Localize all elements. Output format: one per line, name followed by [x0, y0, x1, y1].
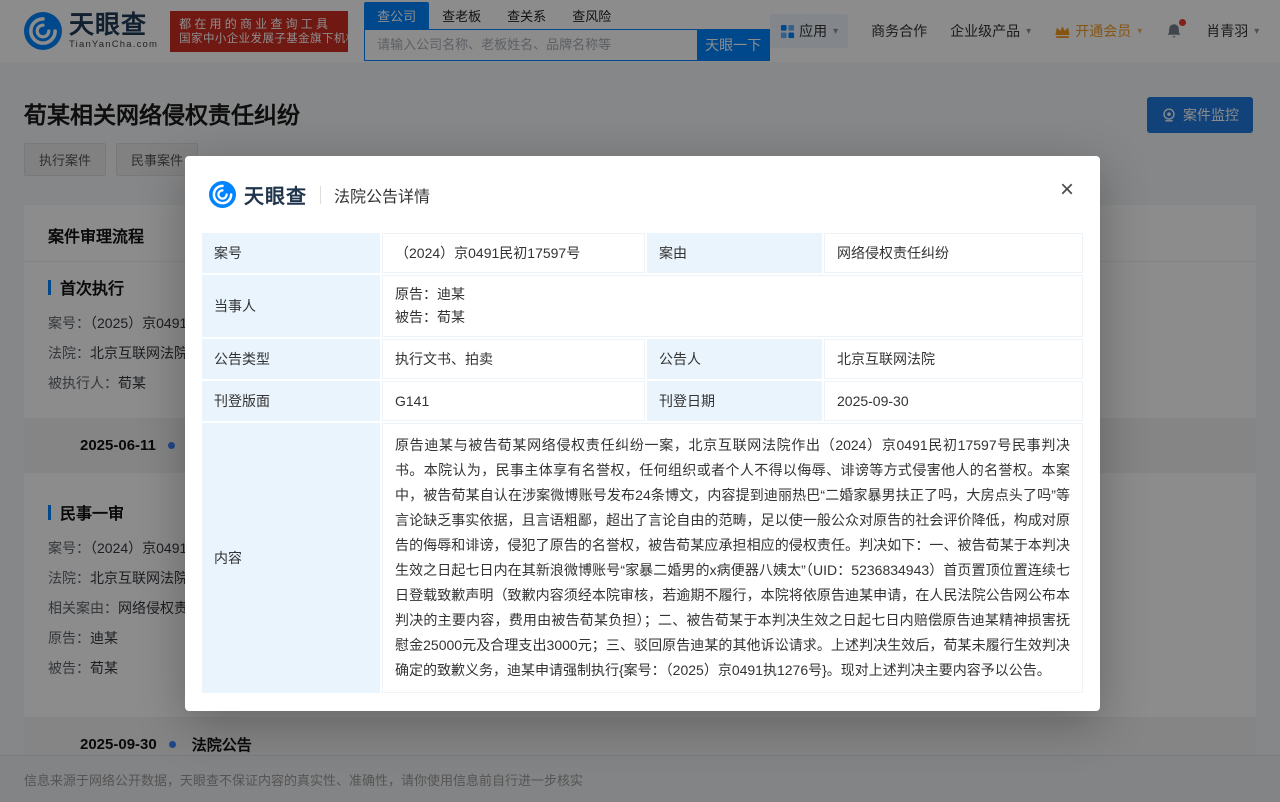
- party-plaintiff: 原告：迪某: [395, 283, 465, 306]
- value-case-number: （2024）京0491民初17597号: [382, 233, 645, 273]
- value-publication-date: 2025-09-30: [824, 381, 1083, 421]
- value-publication-page: G141: [382, 381, 645, 421]
- row-label-parties: 当事人: [202, 275, 380, 337]
- row-label-cause: 案由: [647, 233, 822, 273]
- value-announcer: 北京互联网法院: [824, 339, 1083, 379]
- tianyancha-eye-icon: [209, 181, 236, 208]
- modal-header: 天眼查 法院公告详情 ×: [185, 156, 1100, 223]
- divider: [320, 186, 321, 204]
- tianyancha-page: 天眼查 TianYanCha.com 都在用的商业查询工具 国家中小企业发展子基…: [0, 0, 1280, 802]
- row-label-publication-date: 刊登日期: [647, 381, 822, 421]
- modal-title: 法院公告详情: [334, 183, 430, 207]
- party-defendant: 被告：荀某: [395, 306, 465, 329]
- close-icon[interactable]: ×: [1060, 178, 1074, 202]
- announcement-detail-table: 案号 （2024）京0491民初17597号 案由 网络侵权责任纠纷 当事人 原…: [202, 233, 1083, 693]
- modal-brand-name: 天眼查: [244, 180, 307, 209]
- row-label-announcer: 公告人: [647, 339, 822, 379]
- row-label-publication-page: 刊登版面: [202, 381, 380, 421]
- court-announcement-modal: 天眼查 法院公告详情 × 案号 （2024）京0491民初17597号 案由 网…: [185, 156, 1100, 711]
- row-label-case-number: 案号: [202, 233, 380, 273]
- value-announcement-type: 执行文书、拍卖: [382, 339, 645, 379]
- row-label-announcement-type: 公告类型: [202, 339, 380, 379]
- value-content: 原告迪某与被告荀某网络侵权责任纠纷一案，北京互联网法院作出（2024）京0491…: [382, 423, 1083, 693]
- value-cause: 网络侵权责任纠纷: [824, 233, 1083, 273]
- value-parties: 原告：迪某 被告：荀某: [382, 275, 1083, 337]
- row-label-content: 内容: [202, 423, 380, 693]
